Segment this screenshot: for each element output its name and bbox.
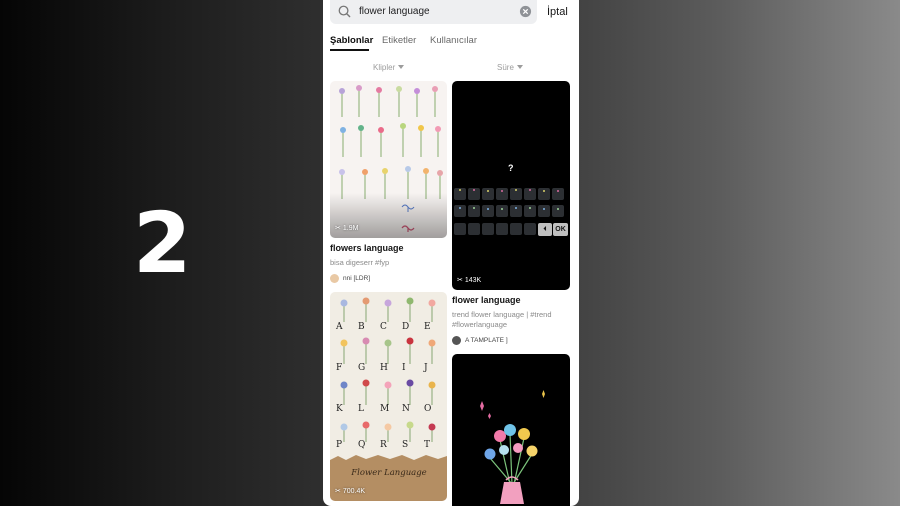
duration-filter[interactable]: Süre: [497, 62, 523, 73]
search-input[interactable]: flower language: [359, 5, 430, 19]
chevron-down-icon: [516, 65, 523, 69]
tab-tags[interactable]: Etiketler: [382, 34, 416, 48]
avatar[interactable]: [330, 274, 339, 283]
scissors-icon: ✂: [457, 277, 463, 284]
question-mark-text: ?: [508, 163, 514, 173]
duration-filter-label: Süre: [497, 63, 514, 72]
author-name[interactable]: A TAMPLATE ]: [465, 336, 508, 345]
tab-templates[interactable]: Şablonlar: [330, 34, 373, 48]
tab-users[interactable]: Kullanıcılar: [430, 34, 477, 48]
template-title[interactable]: flowers language: [330, 242, 404, 254]
template-description: trend flower language | #trend #flowerla…: [452, 310, 552, 329]
use-count: ✂ 143K: [457, 277, 482, 284]
cancel-button[interactable]: İptal: [547, 5, 568, 19]
clear-search-icon[interactable]: [519, 5, 532, 18]
flower-grid-thumbnail: [330, 85, 447, 238]
avatar[interactable]: [452, 336, 461, 345]
template-card-flower-language[interactable]: ? ⏴ OK ✂ 143K: [452, 81, 570, 290]
bouquet-thumbnail: [480, 390, 545, 504]
template-title[interactable]: flower language: [452, 294, 521, 306]
phone-screen: flower language İptal Şablonlar Etiketle…: [323, 0, 579, 506]
use-count: ✂ 1.9M: [335, 225, 359, 232]
search-icon: [338, 5, 351, 18]
use-count: ✂ 700.4K: [335, 488, 366, 495]
active-tab-indicator: [330, 49, 369, 51]
clips-filter[interactable]: Klipler: [373, 62, 405, 73]
template-description: bisa digeserr #fyp: [330, 258, 390, 267]
clips-filter-label: Klipler: [373, 63, 396, 72]
search-bar[interactable]: flower language: [330, 0, 537, 24]
template-card-dark-bouquet[interactable]: [452, 354, 570, 506]
step-number: 2: [133, 194, 191, 292]
chevron-down-icon: [398, 65, 405, 69]
keyboard-flower-dots: [459, 189, 559, 210]
banner-text: Flower Language: [351, 468, 427, 478]
scissors-icon: ✂: [335, 488, 341, 495]
scissors-icon: ✂: [335, 225, 341, 232]
author-name[interactable]: nni [LDR]: [343, 274, 370, 283]
template-card-alphabet-flowers[interactable]: A B C D E F G H I J K L M N O P Q R S T …: [330, 292, 447, 501]
template-card-flowers-language[interactable]: ✂ 1.9M: [330, 81, 447, 238]
